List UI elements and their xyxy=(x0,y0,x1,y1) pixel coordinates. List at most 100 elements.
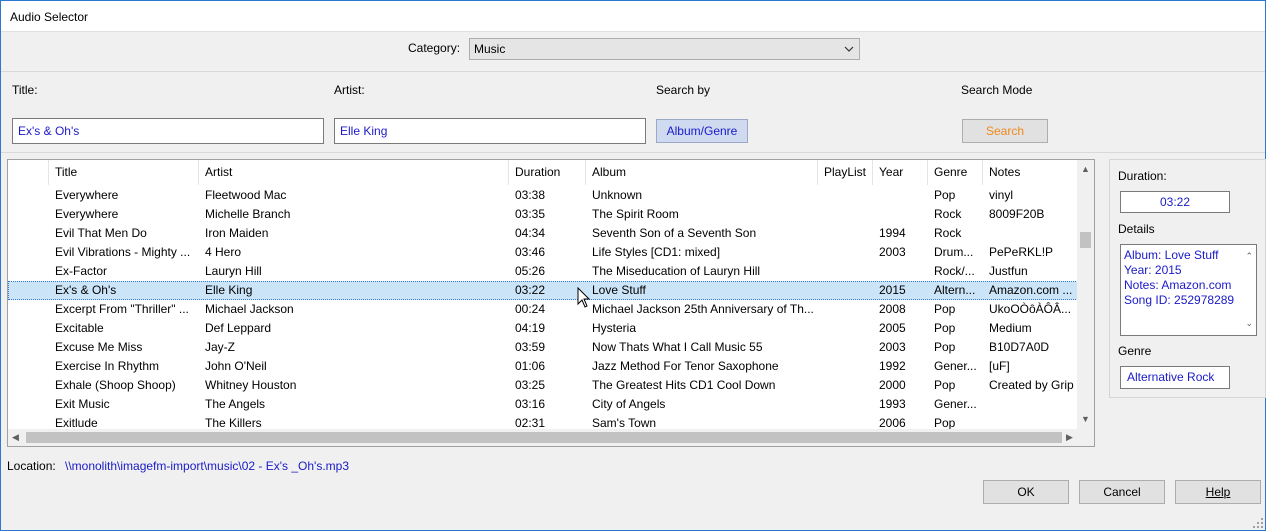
table-row[interactable]: Evil That Men Do Iron Maiden 04:34 Seventh … xyxy=(8,224,1078,243)
table-row[interactable]: Exhale (Shoop Shoop) Whitney Houston 03:25… xyxy=(8,376,1078,395)
artist-input-value: Elle King xyxy=(340,124,388,138)
cell-playlist xyxy=(818,205,873,224)
cell-notes: Medium xyxy=(989,321,1032,335)
table-row[interactable]: Exit Music The Angels 03:16 City of Angels 1… xyxy=(8,395,1078,414)
scroll-up-icon[interactable]: ▲ xyxy=(1081,164,1090,174)
cell-duration: 03:22 xyxy=(515,283,546,297)
table-row[interactable]: Excuse Me Miss Jay-Z 03:59 Now Thats What I… xyxy=(8,338,1078,357)
table-header: Title Artist Duration Album PlayList Year Genr… xyxy=(8,160,1078,185)
column-header-notes[interactable]: Notes xyxy=(983,160,1078,185)
divider xyxy=(1,152,1265,153)
cell-artist: The Angels xyxy=(205,397,266,411)
vertical-scrollbar[interactable]: ▲ ▼ xyxy=(1077,160,1094,430)
horizontal-scrollbar[interactable]: ◀ ▶ xyxy=(8,429,1094,446)
cell-title: Ex-Factor xyxy=(55,264,108,278)
audio-selector-window: Audio Selector Category: Music Title: Ar… xyxy=(0,0,1266,531)
cell-genre: Rock xyxy=(934,226,962,240)
table-row[interactable]: Excitable Def Leppard 04:19 Hysteria 2005 Pop… xyxy=(8,319,1078,338)
ok-button[interactable]: OK xyxy=(983,480,1069,504)
cell-playlist xyxy=(818,243,873,262)
column-header-artist[interactable]: Artist xyxy=(199,160,509,185)
table-row[interactable]: Excerpt From "Thriller" ... Michael Jacks… xyxy=(8,300,1078,319)
cell-title: Everywhere xyxy=(55,188,119,202)
cell-artist: Michelle Branch xyxy=(205,207,291,221)
column-header-year[interactable]: Year xyxy=(873,160,928,185)
table-row[interactable]: Ex-Factor Lauryn Hill 05:26 The Miseducatio… xyxy=(8,262,1078,281)
scroll-left-icon[interactable]: ◀ xyxy=(12,432,19,443)
resize-grip-icon[interactable] xyxy=(1253,518,1264,529)
category-label: Category: xyxy=(408,41,461,55)
scroll-down-icon[interactable]: ▼ xyxy=(1081,414,1090,424)
vertical-scroll-thumb[interactable] xyxy=(1080,232,1091,248)
cell-duration: 04:19 xyxy=(515,321,546,335)
details-line: Album: Love Stuff xyxy=(1124,248,1219,262)
table-row[interactable]: Evil Vibrations - Mighty ... 4 Hero 03:46 L… xyxy=(8,243,1078,262)
title-input-value: Ex's & Oh's xyxy=(18,124,80,138)
cell-year: 1994 xyxy=(879,226,906,240)
search-mode-label: Search Mode xyxy=(961,83,1033,97)
cell-notes xyxy=(983,395,1078,414)
scroll-down-icon[interactable]: ⌄ xyxy=(1245,316,1253,331)
cell-playlist xyxy=(818,376,873,395)
table-row-selected[interactable]: Ex's & Oh's Elle King 03:22 Love Stuff 2015 A… xyxy=(8,281,1078,300)
cell-title: Excuse Me Miss xyxy=(55,340,143,354)
scroll-right-icon[interactable]: ▶ xyxy=(1066,432,1073,443)
cell-playlist xyxy=(818,395,873,414)
category-value: Music xyxy=(474,42,506,56)
table-row[interactable]: Everywhere Fleetwood Mac 03:38 Unknown Pop vi… xyxy=(8,186,1078,205)
cell-year: 2015 xyxy=(879,283,906,297)
cell-album: Jazz Method For Tenor Saxophone xyxy=(592,359,779,373)
category-select[interactable]: Music xyxy=(469,38,860,60)
help-button[interactable]: Help xyxy=(1175,480,1261,504)
cell-duration: 01:06 xyxy=(515,359,546,373)
column-header-album[interactable]: Album xyxy=(586,160,818,185)
cell-playlist xyxy=(818,357,873,376)
horizontal-scroll-thumb[interactable] xyxy=(26,432,1062,443)
column-header-title[interactable]: Title xyxy=(49,160,199,185)
cell-artist: Jay-Z xyxy=(205,340,235,354)
search-by-button[interactable]: Album/Genre xyxy=(656,119,748,143)
artist-input[interactable]: Elle King xyxy=(334,118,646,144)
cell-genre: Pop xyxy=(934,188,956,202)
cell-title: Exercise In Rhythm xyxy=(55,359,160,373)
cell-year: 2003 xyxy=(879,340,906,354)
genre-field: Alternative Rock xyxy=(1120,366,1230,389)
column-header-duration[interactable]: Duration xyxy=(509,160,586,185)
cell-title: Evil That Men Do xyxy=(55,226,147,240)
location-path: \\monolith\imagefm-import\music\02 - Ex'… xyxy=(65,459,350,473)
cell-artist: John O'Neil xyxy=(205,359,267,373)
cell-year: 2003 xyxy=(879,245,906,259)
cell-duration: 03:59 xyxy=(515,340,546,354)
column-header-playlist[interactable]: PlayList xyxy=(818,160,873,185)
cell-artist: Michael Jackson xyxy=(205,302,294,316)
cancel-button[interactable]: Cancel xyxy=(1079,480,1165,504)
cell-duration: 04:34 xyxy=(515,226,546,240)
cell-year: 2005 xyxy=(879,321,906,335)
search-button[interactable]: Search xyxy=(962,119,1048,143)
cell-album: The Spirit Room xyxy=(592,207,679,221)
cell-duration: 03:46 xyxy=(515,245,546,259)
cell-title: Ex's & Oh's xyxy=(55,283,117,297)
cell-year xyxy=(873,262,928,281)
table-row[interactable]: Exercise In Rhythm John O'Neil 01:06 Jazz M… xyxy=(8,357,1078,376)
cell-duration: 00:24 xyxy=(515,302,546,316)
cell-genre: Pop xyxy=(934,340,956,354)
duration-field: 03:22 xyxy=(1120,191,1230,213)
mouse-cursor-icon xyxy=(577,287,591,308)
cell-year: 1993 xyxy=(879,397,906,411)
song-table[interactable]: Title Artist Duration Album PlayList Year Genr… xyxy=(7,159,1095,447)
scroll-up-icon[interactable]: ⌃ xyxy=(1245,249,1253,264)
column-header-genre[interactable]: Genre xyxy=(928,160,983,185)
details-line: Notes: Amazon.com xyxy=(1124,278,1232,292)
cell-album: Seventh Son of a Seventh Son xyxy=(592,226,757,240)
details-textbox[interactable]: Album: Love Stuff Year: 2015 Notes: Amaz… xyxy=(1120,244,1257,336)
artist-label: Artist: xyxy=(334,83,365,97)
cell-album: Unknown xyxy=(592,188,643,202)
table-row[interactable]: Everywhere Michelle Branch 03:35 The Spirit… xyxy=(8,205,1078,224)
title-input[interactable]: Ex's & Oh's xyxy=(12,118,324,144)
cell-notes: Justfun xyxy=(989,264,1028,278)
cell-album: City of Angels xyxy=(592,397,666,411)
cell-album: The Miseducation of Lauryn Hill xyxy=(592,264,761,278)
details-label: Details xyxy=(1118,222,1155,236)
title-bar: Audio Selector xyxy=(1,1,1265,32)
